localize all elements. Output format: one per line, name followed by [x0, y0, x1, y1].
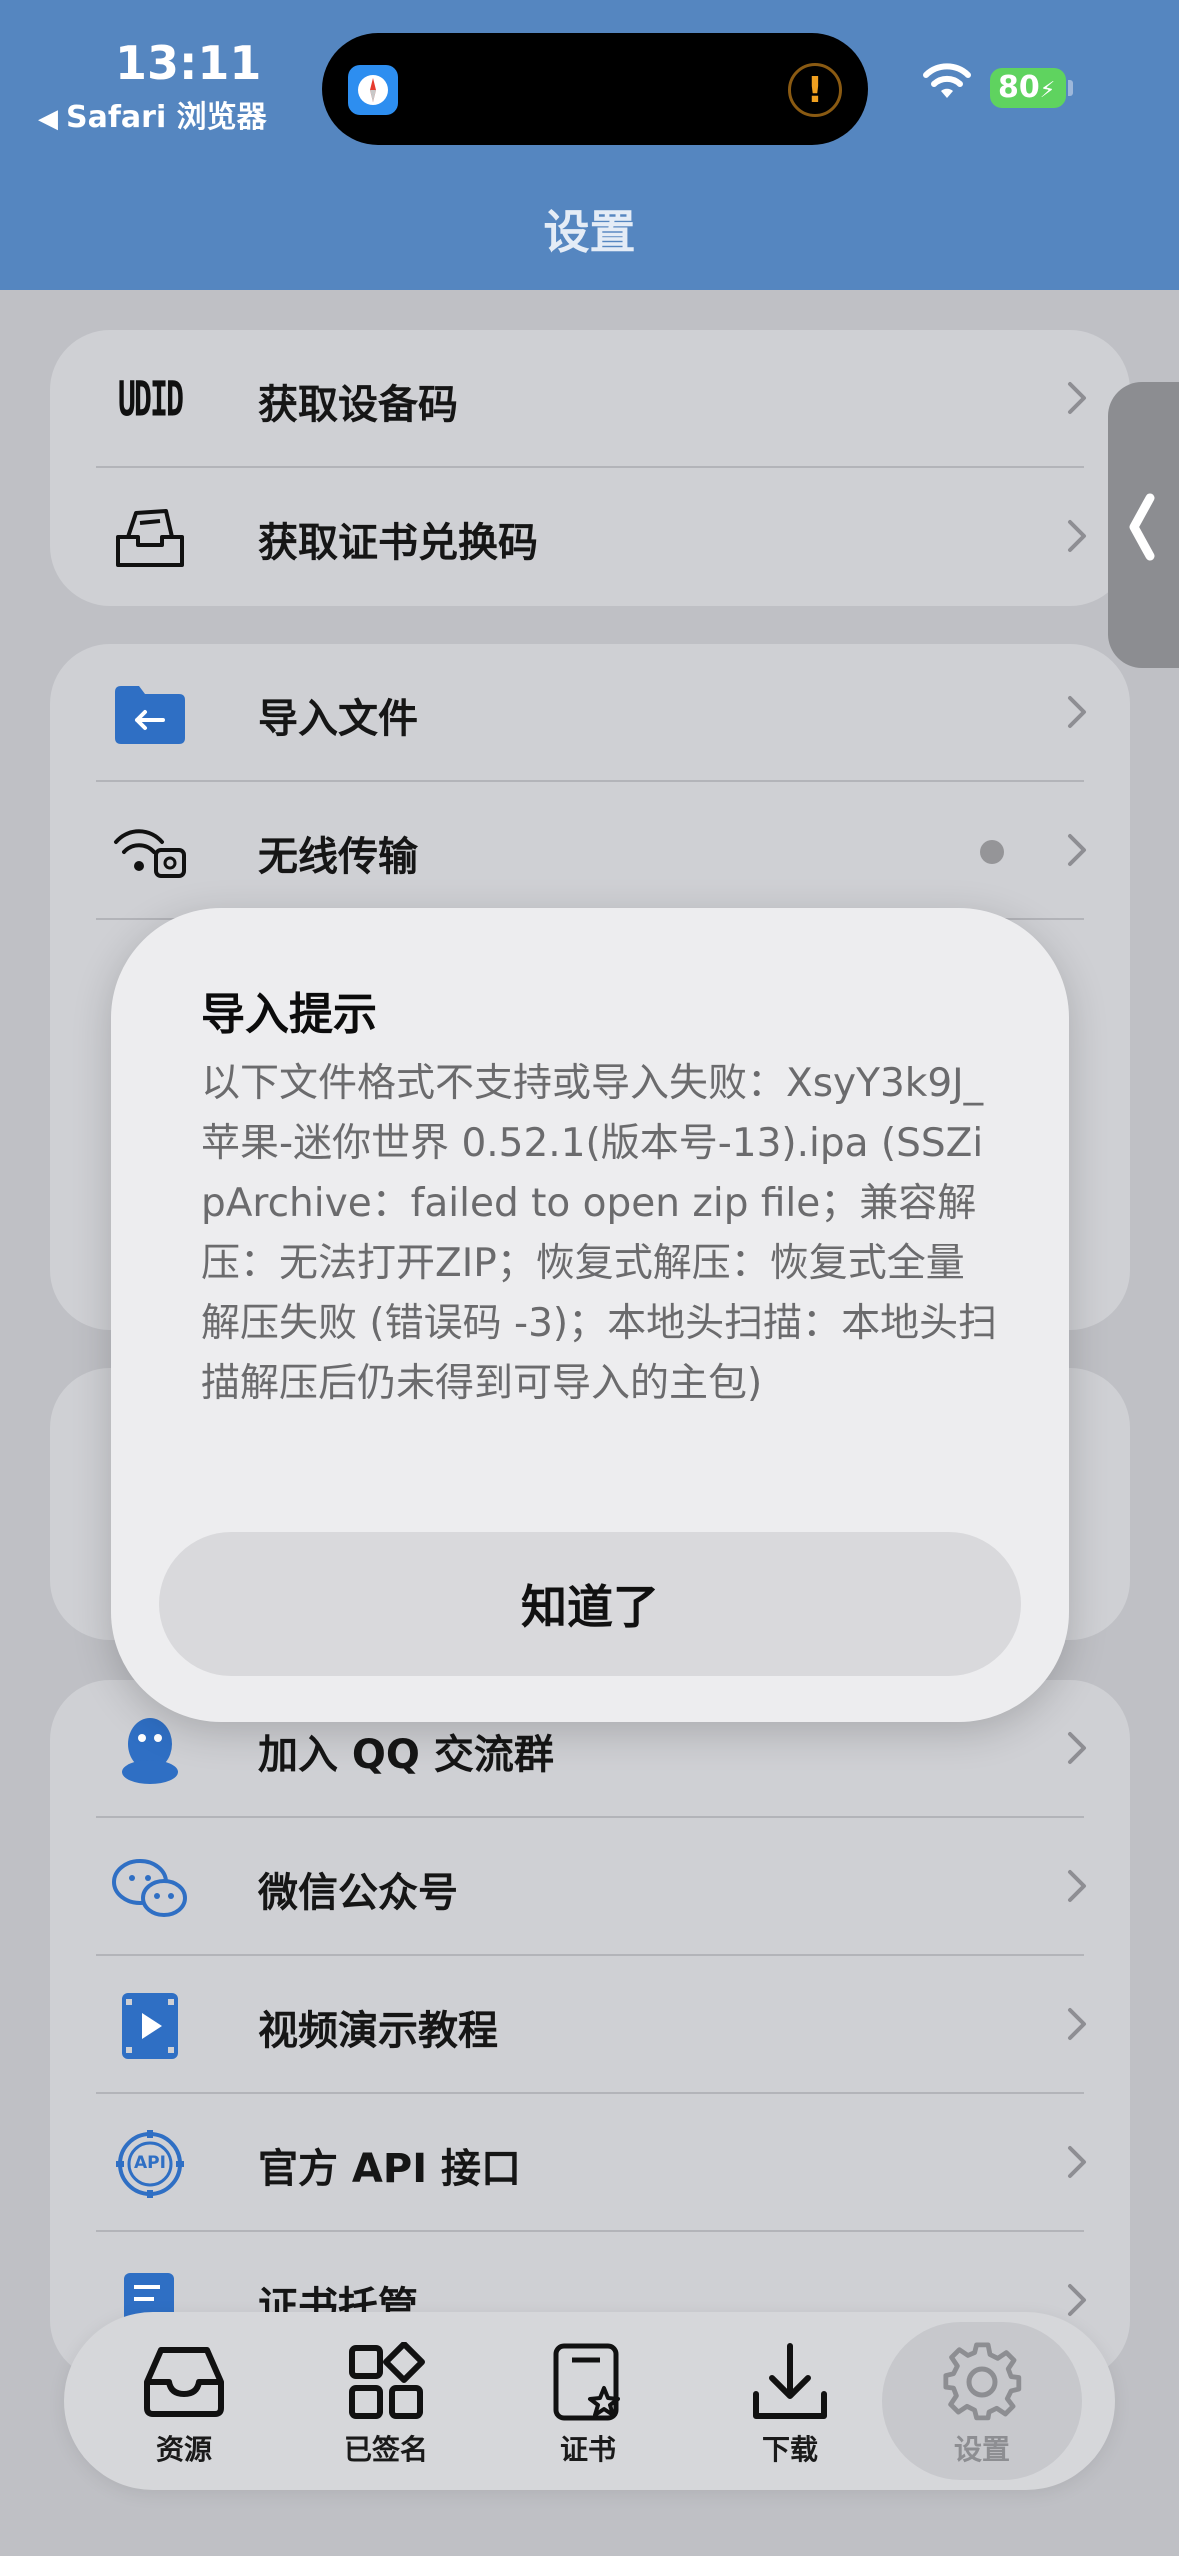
settings-item-label: 微信公众号: [258, 1870, 458, 1916]
page-title: 设置: [543, 205, 636, 259]
battery-level: 80: [998, 70, 1040, 105]
certificate-icon: [552, 2342, 624, 2426]
tab-signed[interactable]: 已签名: [286, 2312, 486, 2490]
chevron-right-icon: [1066, 2280, 1088, 2324]
charging-bolt-icon: ⚡: [1039, 78, 1056, 103]
wifi-icon: [922, 62, 972, 106]
chevron-right-icon: [1066, 378, 1088, 422]
settings-item-wireless-transfer[interactable]: 无线传输: [50, 782, 1130, 920]
gear-icon: [942, 2342, 1022, 2426]
chevron-right-icon: [1066, 2004, 1088, 2048]
tab-certificates[interactable]: 证书: [488, 2312, 688, 2490]
api-icon: API: [112, 2126, 188, 2202]
chevron-right-icon: [1066, 1728, 1088, 1772]
inbox-icon: [141, 2342, 227, 2422]
dialog-message: 以下文件格式不支持或导入失败：XsyY3k9J_苹果-迷你世界 0.52.1(版…: [201, 1061, 998, 1406]
back-to-safari-link[interactable]: ◀ Safari 浏览器: [38, 92, 267, 136]
tray-icon: [112, 500, 188, 576]
tab-settings[interactable]: 设置: [882, 2322, 1082, 2480]
settings-item-get-cert-code[interactable]: 获取证书兑换码: [50, 468, 1130, 606]
settings-item-label: 加入 QQ 交流群: [258, 1732, 554, 1778]
chevron-right-icon: [1066, 516, 1088, 560]
side-drawer-handle[interactable]: [1108, 382, 1179, 668]
tab-label: 设置: [953, 2433, 1010, 2466]
settings-item-label: 视频演示教程: [258, 2008, 498, 2054]
settings-item-label: 导入文件: [258, 696, 418, 742]
safari-icon: [348, 65, 398, 115]
status-time: 13:11: [115, 36, 262, 90]
settings-item-get-udid[interactable]: UDID 获取设备码: [50, 330, 1130, 468]
udid-icon-text: UDID: [117, 372, 184, 428]
chevron-right-icon: [1066, 692, 1088, 736]
tab-resources[interactable]: 资源: [84, 2312, 284, 2490]
tab-label: 证书: [559, 2433, 616, 2466]
tab-label: 资源: [155, 2433, 212, 2466]
settings-item-label: 获取证书兑换码: [258, 520, 538, 566]
wechat-icon: [112, 1850, 188, 1926]
settings-item-label: 无线传输: [258, 834, 418, 880]
settings-item-wechat-account[interactable]: 微信公众号: [50, 1818, 1130, 1956]
chevron-right-icon: [1066, 2142, 1088, 2186]
qq-icon: [112, 1712, 188, 1788]
dialog-title: 导入提示: [201, 989, 377, 1040]
warning-icon: !: [788, 63, 842, 117]
navigation-header: 13:11 ◀ Safari 浏览器 ! 80⚡ 设置: [0, 0, 1179, 290]
settings-item-label: 官方 API 接口: [258, 2146, 522, 2192]
back-triangle-icon: ◀: [38, 104, 58, 134]
chevron-right-icon: [1066, 830, 1088, 874]
settings-item-official-api[interactable]: API 官方 API 接口: [50, 2094, 1130, 2232]
import-alert-dialog: 导入提示 以下文件格式不支持或导入失败：XsyY3k9J_苹果-迷你世界 0.5…: [111, 908, 1069, 1722]
dialog-ok-button[interactable]: 知道了: [159, 1532, 1021, 1676]
folder-import-icon: [112, 676, 188, 752]
settings-item-label: 获取设备码: [258, 382, 458, 428]
settings-item-video-tutorial[interactable]: 视频演示教程: [50, 1956, 1130, 2094]
battery-tip: [1068, 80, 1073, 96]
tab-label: 下载: [761, 2433, 818, 2466]
apps-icon: [346, 2341, 426, 2426]
settings-item-import-file[interactable]: 导入文件: [50, 644, 1130, 782]
tab-downloads[interactable]: 下载: [690, 2312, 890, 2490]
wireless-transfer-icon: [112, 814, 188, 890]
tab-label: 已签名: [343, 2433, 428, 2466]
video-icon: [112, 1988, 188, 2064]
back-label: Safari 浏览器: [66, 100, 267, 135]
udid-icon: UDID: [112, 362, 188, 438]
tab-bar: 资源 已签名 证书 下载 设置: [64, 2312, 1115, 2490]
battery-indicator: 80⚡: [990, 68, 1066, 108]
status-dot: [980, 840, 1004, 864]
download-icon: [750, 2342, 830, 2426]
chevron-left-icon: [1129, 493, 1155, 561]
settings-group-community: 加入 QQ 交流群 微信公众号 视频演示教程 API 官方 API 接口 证书托…: [50, 1680, 1130, 2380]
dynamic-island: !: [322, 33, 868, 145]
api-icon-text: API: [134, 2153, 166, 2173]
settings-group-device: UDID 获取设备码 获取证书兑换码: [50, 330, 1130, 606]
chevron-right-icon: [1066, 1866, 1088, 1910]
